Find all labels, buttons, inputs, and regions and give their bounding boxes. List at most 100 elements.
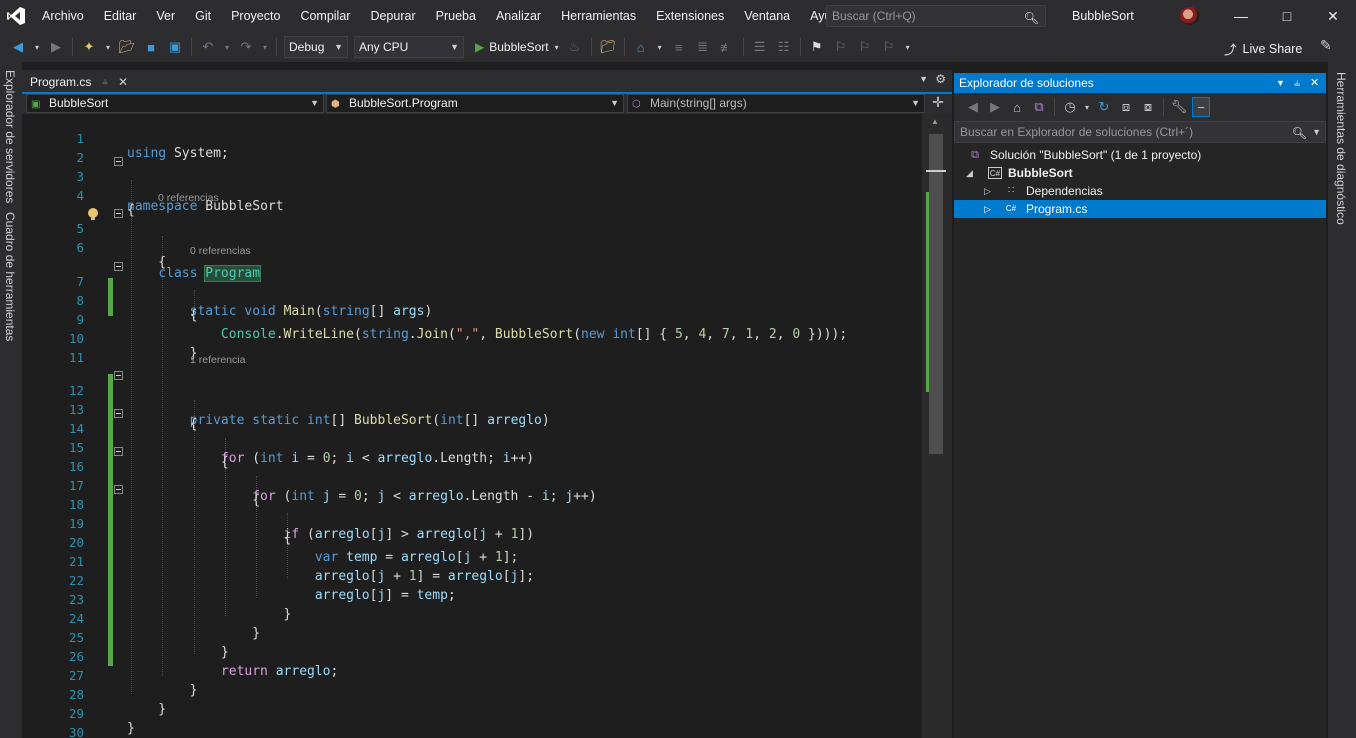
save-icon[interactable]: ■ [141,37,161,57]
back-icon[interactable]: ◀ [964,97,982,117]
collapse-icon[interactable] [114,447,123,456]
collapsed-chevron-icon[interactable]: ▷ [984,182,991,200]
member-nav-select[interactable]: ⬡ Main(string[] args) ▼ [627,94,925,113]
codelens-references[interactable]: 1 referencia [190,353,245,367]
menu-ver[interactable]: Ver [146,0,185,32]
diagnostic-tools-tab[interactable]: Herramientas de diagnóstico [1334,72,1348,225]
bookmark-icon[interactable]: ⚑ [807,37,827,57]
solution-icon: ⧉ [971,149,979,161]
save-all-icon[interactable]: ▣ [165,37,185,57]
undo-icon[interactable]: ↶ [198,37,218,57]
refresh-icon[interactable]: ↻ [1095,97,1113,117]
find-in-files-icon[interactable]: 📁︎ [598,37,618,57]
properties-wrench-icon[interactable]: 🔧︎ [1170,97,1188,117]
tree-item-program-cs[interactable]: ▷ C# Program.cs [954,200,1326,218]
menu-prueba[interactable]: Prueba [426,0,486,32]
live-share-button[interactable]: ⤴ Live Share [1224,39,1302,58]
codelens-references[interactable]: 0 referencias [190,244,251,258]
menu-editar[interactable]: Editar [94,0,147,32]
redo-dropdown-icon[interactable]: ▾ [260,37,270,57]
browser-link-icon[interactable]: ⌂ [631,37,651,57]
menu-depurar[interactable]: Depurar [360,0,425,32]
browser-dropdown-icon[interactable]: ▾ [655,37,665,57]
indent-icon[interactable]: ≣ [693,37,713,57]
editor-vertical-scrollbar[interactable]: ▲ [922,114,952,738]
lightbulb-icon[interactable] [86,207,100,221]
visual-studio-logo-icon[interactable] [0,0,32,32]
back-dropdown-icon[interactable]: ▾ [32,37,42,57]
menu-analizar[interactable]: Analizar [486,0,551,32]
code-editor[interactable]: 1 using System; 2 3 namespace BubbleSort… [22,114,922,738]
menu-compilar[interactable]: Compilar [290,0,360,32]
class-nav-select[interactable]: ⬢ BubbleSort.Program ▼ [326,94,624,113]
gear-icon[interactable]: ⚙ [935,72,946,86]
platform-select[interactable]: Any CPU ▼ [354,36,464,58]
collapse-icon[interactable] [114,485,123,494]
collapse-icon[interactable] [114,157,123,166]
close-button[interactable]: ✕ [1310,0,1356,32]
pending-dropdown-icon[interactable]: ▾ [1083,97,1091,117]
menu-archivo[interactable]: Archivo [32,0,94,32]
configuration-select[interactable]: Debug ▼ [284,36,348,58]
split-editor-icon[interactable]: ✛ [928,94,948,114]
codelens-references[interactable]: 0 referencias [158,191,219,205]
tab-list-dropdown-icon[interactable]: ▼ [919,74,928,84]
close-panel-icon[interactable]: ✕ [1310,73,1319,93]
back-icon[interactable]: ◀ [8,37,28,57]
toolbox-tab[interactable]: Cuadro de herramientas [3,212,17,341]
tree-item-solution[interactable]: ⧉ Solución "BubbleSort" (1 de 1 proyecto… [954,146,1326,164]
collapse-icon[interactable] [114,262,123,271]
maximize-button[interactable]: □ [1264,0,1310,32]
window-position-dropdown-icon[interactable]: ▼ [1276,73,1285,93]
tree-item-project[interactable]: ◢ C# BubbleSort [954,164,1326,182]
expanded-chevron-icon[interactable]: ◢ [966,164,973,182]
tree-item-dependencies[interactable]: ▷ ∷ Dependencias [954,182,1326,200]
new-dropdown-icon[interactable]: ▾ [103,37,113,57]
pending-changes-icon[interactable]: ◷ [1061,97,1079,117]
prev-bookmark-icon[interactable]: ⚐ [831,37,851,57]
pin-icon[interactable]: ⫨ [1294,73,1300,93]
menu-ventana[interactable]: Ventana [734,0,800,32]
forward-icon[interactable]: ▶ [986,97,1004,117]
collapsed-chevron-icon[interactable]: ▷ [984,200,991,218]
show-all-files-icon[interactable]: ⧇ [1139,97,1157,117]
start-debugging-button[interactable]: ▶ BubbleSort ▾ [475,40,559,54]
menu-extensiones[interactable]: Extensiones [646,0,734,32]
solution-explorer-search-input[interactable]: Buscar en Explorador de soluciones (Ctrl… [954,121,1326,143]
quick-search-input[interactable]: Buscar (Ctrl+Q) 🔍︎ [826,5,1046,27]
tab-program-cs[interactable]: Program.cs ⫨ ✕ [26,72,132,94]
collapse-icon[interactable] [114,209,123,218]
undo-dropdown-icon[interactable]: ▾ [222,37,232,57]
server-explorer-tab[interactable]: Explorador de servidores [3,70,17,203]
home-icon[interactable]: ⌂ [1008,97,1026,117]
redo-icon[interactable]: ↷ [236,37,256,57]
switch-views-icon[interactable]: ⧉ [1030,97,1048,117]
step-icon[interactable]: ≡ [669,37,689,57]
open-folder-icon[interactable]: 📂︎ [117,37,137,57]
clear-bookmarks-icon[interactable]: ⚐ [879,37,899,57]
outdent-icon[interactable]: ≢ [717,37,737,57]
minimize-button[interactable]: — [1218,0,1264,32]
close-tab-icon[interactable]: ✕ [118,72,128,92]
pin-icon[interactable]: ⫨ [102,72,108,92]
next-bookmark-icon[interactable]: ⚐ [855,37,875,57]
feedback-icon[interactable]: ✎ [1320,37,1332,54]
menu-proyecto[interactable]: Proyecto [221,0,290,32]
collapse-icon[interactable] [114,409,123,418]
account-avatar[interactable] [1180,7,1200,25]
chevron-down-icon[interactable]: ▼ [1312,122,1321,142]
menu-git[interactable]: Git [185,0,221,32]
comment-icon[interactable]: ☰ [750,37,770,57]
scroll-up-icon[interactable]: ▲ [931,117,939,126]
menu-herramientas[interactable]: Herramientas [551,0,646,32]
collapse-icon[interactable] [114,371,123,380]
uncomment-icon[interactable]: ☷ [774,37,794,57]
toolbar-overflow-icon[interactable]: ▾ [903,37,913,57]
preview-selected-icon[interactable]: − [1192,97,1210,117]
new-project-icon[interactable]: ✦ [79,37,99,57]
project-nav-select[interactable]: ▣ BubbleSort ▼ [26,94,324,113]
collapse-all-icon[interactable]: ⧈ [1117,97,1135,117]
forward-icon[interactable]: ▶ [46,37,66,57]
scrollbar-thumb[interactable] [929,134,943,454]
hot-reload-icon[interactable]: ♨ [565,37,585,57]
